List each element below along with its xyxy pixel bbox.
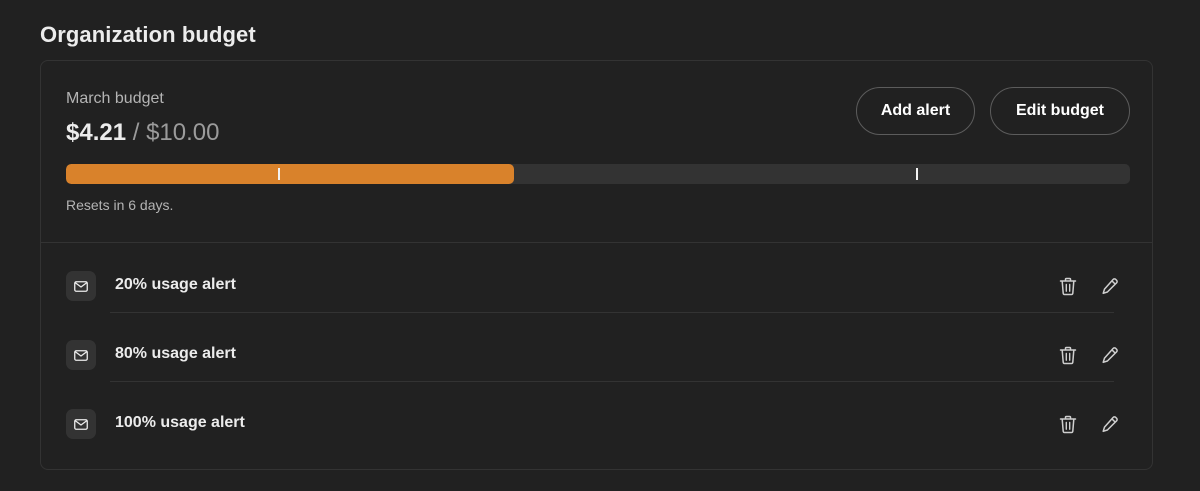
budget-amount: $4.21 / $10.00 [66, 119, 219, 147]
budget-progress-bar [66, 164, 1130, 184]
alert-label: 80% usage alert [115, 345, 236, 362]
mail-icon [66, 409, 96, 439]
trash-icon[interactable] [1057, 275, 1079, 297]
pencil-icon[interactable] [1099, 413, 1121, 435]
reset-text: Resets in 6 days. [66, 197, 174, 213]
budget-limit-amount: $10.00 [146, 119, 220, 146]
budget-card: March budget $4.21 / $10.00 Add alert Ed… [40, 60, 1153, 470]
alert-list: 20% usage alert 80% usage alert 100% usage… [41, 243, 1152, 450]
trash-icon[interactable] [1057, 344, 1079, 366]
threshold-marker [916, 168, 919, 180]
alert-label: 100% usage alert [115, 414, 245, 431]
budget-separator: / [126, 119, 147, 146]
alert-row: 20% usage alert [41, 243, 1152, 312]
pencil-icon[interactable] [1099, 275, 1121, 297]
budget-summary: March budget $4.21 / $10.00 Add alert Ed… [41, 61, 1152, 243]
mail-icon [66, 271, 96, 301]
mail-icon [66, 340, 96, 370]
alert-label: 20% usage alert [115, 276, 236, 293]
alert-row: 100% usage alert [41, 381, 1152, 450]
threshold-marker [277, 168, 280, 180]
budget-label: March budget [66, 90, 164, 107]
page-title: Organization budget [40, 22, 256, 47]
add-alert-button[interactable]: Add alert [856, 87, 975, 135]
budget-used-amount: $4.21 [66, 119, 127, 146]
alert-row: 80% usage alert [41, 312, 1152, 381]
budget-progress-fill [66, 164, 514, 184]
pencil-icon[interactable] [1099, 344, 1121, 366]
edit-budget-button[interactable]: Edit budget [990, 87, 1130, 135]
trash-icon[interactable] [1057, 413, 1079, 435]
